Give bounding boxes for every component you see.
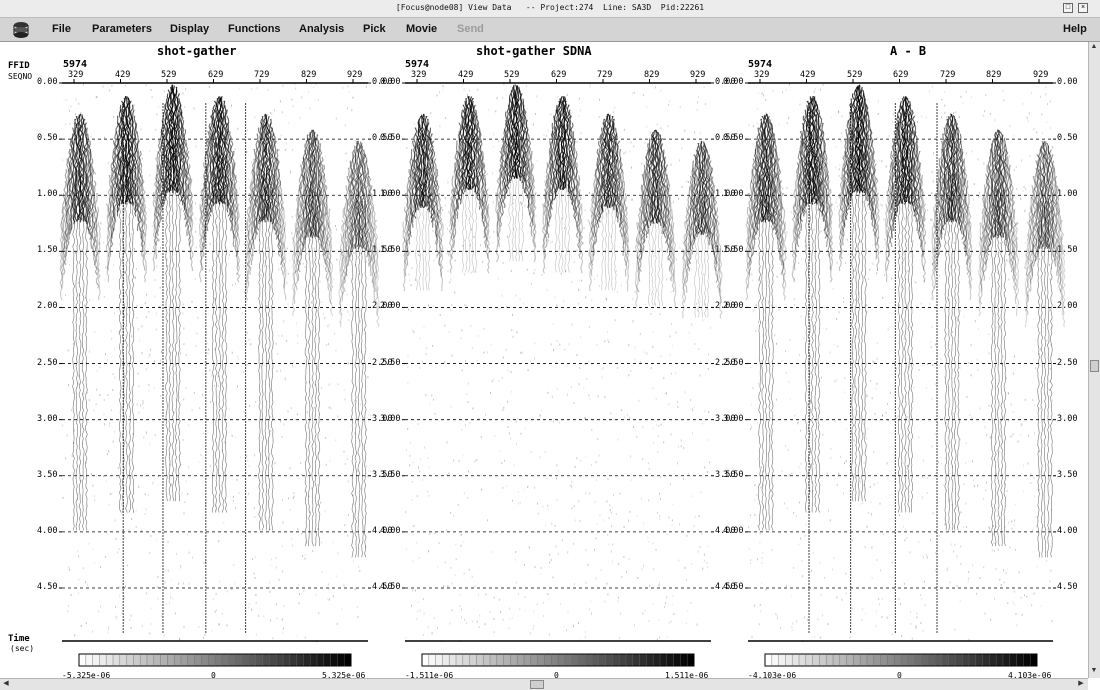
- time-tick-label: 1.00: [1057, 189, 1078, 200]
- panel-2-colorbar: [421, 653, 695, 667]
- panel-1-seqno: 629: [208, 70, 224, 80]
- seismic-display[interactable]: [0, 0, 1088, 678]
- time-tick-label: 2.50: [1057, 357, 1078, 368]
- time-tick-label: 3.50: [1057, 469, 1078, 480]
- time-tick-label: 0.50: [380, 133, 401, 144]
- time-tick-label: 0.00: [723, 77, 744, 87]
- time-tick-label: 2.00: [1057, 301, 1078, 312]
- time-tick-label: 0.00: [1057, 77, 1078, 87]
- time-tick-label: 3.50: [380, 469, 401, 480]
- panel-1-seqno: 329: [68, 70, 84, 80]
- time-tick-label: 2.00: [380, 301, 401, 312]
- time-unit: (sec): [10, 644, 35, 653]
- time-tick-label: 0.50: [37, 133, 58, 144]
- panel-3-seqno: 529: [847, 70, 863, 80]
- time-label: Time: [8, 634, 30, 644]
- panel-1-traces: [59, 79, 380, 643]
- panel-1-title: shot-gather: [157, 44, 237, 58]
- panel-3-title: A - B: [890, 44, 927, 58]
- panel-2-title: shot-gather SDNA: [476, 44, 592, 58]
- panel-1-seqno: 929: [347, 70, 363, 80]
- panel-3-traces: [745, 79, 1066, 642]
- time-tick-label: 3.00: [380, 413, 401, 424]
- time-tick-label: 4.50: [723, 582, 744, 592]
- time-tick-label: 0.50: [1057, 133, 1078, 144]
- time-tick-label: 1.50: [37, 245, 58, 256]
- time-tick-label: 3.50: [37, 469, 58, 480]
- panel-3-ffid: 5974: [748, 59, 773, 70]
- panel-3-seqno: 629: [893, 70, 909, 80]
- time-tick-label: 4.00: [37, 525, 58, 536]
- panel-3-seqno: 829: [986, 70, 1002, 80]
- panel-1-ffid: 5974: [63, 59, 88, 70]
- time-tick-label: 3.00: [37, 413, 58, 424]
- panel-1-colorbar: [78, 653, 352, 667]
- panel-2-ffid: 5974: [405, 59, 430, 70]
- time-tick-label: 4.00: [723, 525, 744, 536]
- scroll-left-icon[interactable]: ◀: [1, 679, 11, 689]
- time-tick-label: 0.50: [723, 133, 744, 144]
- panel-3-colorbar: [764, 653, 1038, 667]
- time-tick-label: 1.50: [1057, 245, 1078, 256]
- time-tick-label: 4.50: [37, 582, 58, 592]
- time-tick-label: 2.50: [380, 357, 401, 368]
- ffid-label: FFID: [8, 61, 30, 71]
- scroll-right-icon[interactable]: ▶: [1076, 679, 1086, 689]
- panel-1-seqno: 829: [301, 70, 317, 80]
- time-tick-label: 0.00: [37, 77, 58, 87]
- time-tick-label: 2.50: [37, 357, 58, 368]
- seqno-label: SEQNO: [8, 72, 33, 81]
- panel-2-traces: [402, 79, 723, 643]
- scroll-up-icon[interactable]: ▲: [1089, 42, 1099, 52]
- time-tick-label: 1.00: [723, 189, 744, 200]
- time-tick-label: 1.00: [37, 189, 58, 200]
- panel-2-seqno: 729: [597, 70, 613, 80]
- time-tick-label: 4.50: [380, 582, 401, 592]
- time-tick-label: 4.50: [1057, 582, 1078, 592]
- panel-2-seqno: 829: [644, 70, 660, 80]
- vertical-scroll-thumb[interactable]: [1090, 360, 1099, 372]
- time-tick-label: 0.00: [380, 77, 401, 87]
- panel-2-seqno: 429: [458, 70, 474, 80]
- panel-1-seqno: 429: [115, 70, 131, 80]
- time-tick-label: 2.00: [37, 301, 58, 312]
- time-tick-label: 3.00: [1057, 413, 1078, 424]
- horizontal-scrollbar[interactable]: ◀ ▶: [0, 678, 1088, 690]
- panel-1-seqno: 729: [254, 70, 270, 80]
- time-tick-label: 1.50: [380, 245, 401, 256]
- time-tick-label: 4.00: [380, 525, 401, 536]
- panel-3-seqno: 329: [754, 70, 770, 80]
- panel-2-seqno: 929: [690, 70, 706, 80]
- time-tick-label: 1.50: [723, 245, 744, 256]
- time-tick-label: 3.00: [723, 413, 744, 424]
- scroll-down-icon[interactable]: ▼: [1089, 666, 1099, 676]
- time-tick-label: 3.50: [723, 469, 744, 480]
- time-tick-label: 2.00: [723, 301, 744, 312]
- panel-2-seqno: 629: [551, 70, 567, 80]
- time-tick-label: 4.00: [1057, 525, 1078, 536]
- vertical-scrollbar[interactable]: ▲ ▼: [1088, 42, 1100, 678]
- panel-2-seqno: 529: [504, 70, 520, 80]
- panel-3-seqno: 429: [800, 70, 816, 80]
- time-tick-label: 2.50: [723, 357, 744, 368]
- panel-2-seqno: 329: [411, 70, 427, 80]
- panel-3-seqno: 929: [1033, 70, 1049, 80]
- panel-3-seqno: 729: [940, 70, 956, 80]
- horizontal-scroll-thumb[interactable]: [530, 680, 544, 689]
- panel-1-seqno: 529: [161, 70, 177, 80]
- time-tick-label: 1.00: [380, 189, 401, 200]
